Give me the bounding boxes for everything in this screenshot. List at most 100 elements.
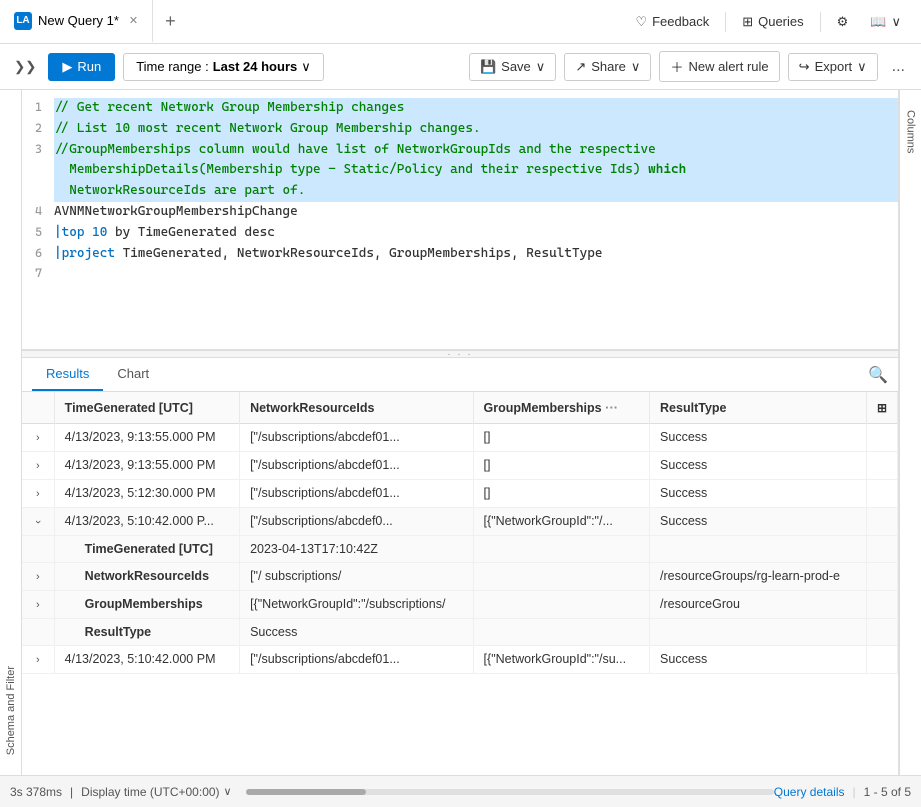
queries-btn[interactable]: ⊞ Queries [732,9,813,35]
detail-value-result: Success [240,619,473,646]
code-line-1: 1 // Get recent Network Group Membership… [22,98,898,119]
share-btn[interactable]: ↗ Share ∨ [564,53,651,81]
queries-icon: ⊞ [742,14,753,30]
row-5-extra [866,646,897,674]
export-icon: ↪ [799,59,810,75]
col-header-expand [22,392,54,424]
time-range-btn[interactable]: Time range : Last 24 hours ∨ [123,53,324,81]
save-btn[interactable]: 💾 Save ∨ [469,53,556,81]
results-area: Results Chart 🔍 TimeGenerated [UT [22,358,898,775]
col-header-group-memberships[interactable]: GroupMemberships ··· [473,392,649,424]
tab-chart[interactable]: Chart [103,358,163,391]
detail-label-group: GroupMemberships [54,591,239,619]
table-header-row: TimeGenerated [UTC] NetworkResourceIds G… [22,392,898,424]
export-btn[interactable]: ↪ Export ∨ [788,53,878,81]
detail-indent [22,536,54,563]
row-4-expand-btn[interactable]: › [31,516,45,528]
row-5-resulttype: Success [650,646,867,674]
status-bar: 3s 378ms | Display time (UTC+00:00) ∨ Qu… [0,775,921,807]
row-2-networkresourceids: ["/subscriptions/abcdef01... [240,452,473,480]
detail-value-network: ["/ subscriptions/ [240,563,473,591]
row-3-extra [866,480,897,508]
detail-network-expand-btn[interactable]: › [32,570,44,584]
settings-btn[interactable]: ⚙ [827,9,859,35]
col-header-result-type[interactable]: ResultType [650,392,867,424]
display-time-chevron[interactable]: ∨ [220,784,236,799]
query-details-link[interactable]: Query details [774,785,845,799]
new-alert-btn[interactable]: ＋ New alert rule [659,51,779,82]
detail-indent-3: › [22,591,54,619]
resize-handle[interactable]: · · · [22,350,898,358]
tab-results[interactable]: Results [32,358,103,391]
editor-area: 1 // Get recent Network Group Membership… [22,90,899,775]
divider-2 [820,12,821,32]
search-results-btn[interactable]: 🔍 [868,365,888,385]
row-2-extra [866,452,897,480]
row-4-resulttype: Success [650,508,867,536]
row-3-resulttype: Success [650,480,867,508]
code-line-3: 3 //GroupMemberships column would have l… [22,140,898,202]
columns-label: Columns [905,110,917,153]
more-btn[interactable]: ... [886,54,911,80]
detail-extra-group: /resourceGrou [650,591,867,619]
scroll-thumb[interactable] [246,789,366,795]
code-line-7: 7 [22,264,898,285]
new-tab-btn[interactable]: + [153,11,188,32]
results-table-container[interactable]: TimeGenerated [UTC] NetworkResourceIds G… [22,392,898,775]
results-table: TimeGenerated [UTC] NetworkResourceIds G… [22,392,898,674]
code-line-2: 2 // List 10 most recent Network Group M… [22,119,898,140]
tab-close-btn[interactable]: ✕ [129,14,138,27]
table-row: › 4/13/2023, 9:13:55.000 PM ["/subscript… [22,424,898,452]
row-2-expand-btn[interactable]: › [32,459,44,473]
table-detail-row: › GroupMemberships [{"NetworkGroupId":"/… [22,591,898,619]
export-chevron: ∨ [857,59,867,75]
scroll-area[interactable] [236,789,774,795]
bookmark-btn[interactable]: 📖 ∨ [860,9,911,35]
row-5-time: 4/13/2023, 5:10:42.000 PM [54,646,239,674]
row-4-expand-cell: › [22,508,54,536]
time-range-chevron: ∨ [301,59,311,75]
col-header-time-generated[interactable]: TimeGenerated [UTC] [54,392,239,424]
row-1-resulttype: Success [650,424,867,452]
detail-value-time: 2023-04-13T17:10:42Z [240,536,473,563]
code-editor[interactable]: 1 // Get recent Network Group Membership… [22,90,898,350]
run-btn[interactable]: ▶ Run [48,53,115,81]
detail-value-group: [{"NetworkGroupId":"/subscriptions/ [240,591,473,619]
row-3-expand-btn[interactable]: › [32,487,44,501]
code-line-6: 6 |project TimeGenerated, NetworkResourc… [22,244,898,265]
row-2-time: 4/13/2023, 9:13:55.000 PM [54,452,239,480]
group-memberships-extra-icon: ··· [605,400,618,415]
detail-label-result: ResultType [54,619,239,646]
sidebar-toggle-btn[interactable]: ❯❯ [10,55,40,79]
app-logo: LA [14,12,32,30]
row-2-expand-cell: › [22,452,54,480]
row-5-expand-btn[interactable]: › [32,653,44,667]
tab-actions: ♡ Feedback ⊞ Queries ⚙ 📖 ∨ [625,9,921,35]
detail-group-expand-btn[interactable]: › [32,598,44,612]
table-detail-row: ResultType Success [22,619,898,646]
row-1-expand-btn[interactable]: › [32,431,44,445]
row-3-expand-cell: › [22,480,54,508]
table-row: › 4/13/2023, 9:13:55.000 PM ["/subscript… [22,452,898,480]
save-icon: 💾 [480,59,496,75]
active-tab[interactable]: LA New Query 1* ✕ [0,0,153,43]
row-2-groupmemberships: [] [473,452,649,480]
book-icon: 📖 [870,14,886,30]
row-3-networkresourceids: ["/subscriptions/abcdef01... [240,480,473,508]
row-1-expand-cell: › [22,424,54,452]
play-icon: ▶ [62,59,72,75]
detail-label-network: NetworkResourceIds [54,563,239,591]
results-tabs: Results Chart 🔍 [22,358,898,392]
col-header-network-resource-ids[interactable]: NetworkResourceIds [240,392,473,424]
scroll-track[interactable] [246,789,774,795]
detail-indent-4 [22,619,54,646]
feedback-btn[interactable]: ♡ Feedback [625,9,719,35]
status-right: Query details | 1 - 5 of 5 [774,785,911,799]
row-4-extra [866,508,897,536]
row-5-groupmemberships: [{"NetworkGroupId":"/su... [473,646,649,674]
share-chevron: ∨ [631,59,641,75]
time-range-prefix: Time range : [136,59,209,74]
left-sidebar: Schema and Filter [0,90,22,775]
col-header-columns-icon[interactable]: ⊞ [866,392,897,424]
row-2-resulttype: Success [650,452,867,480]
